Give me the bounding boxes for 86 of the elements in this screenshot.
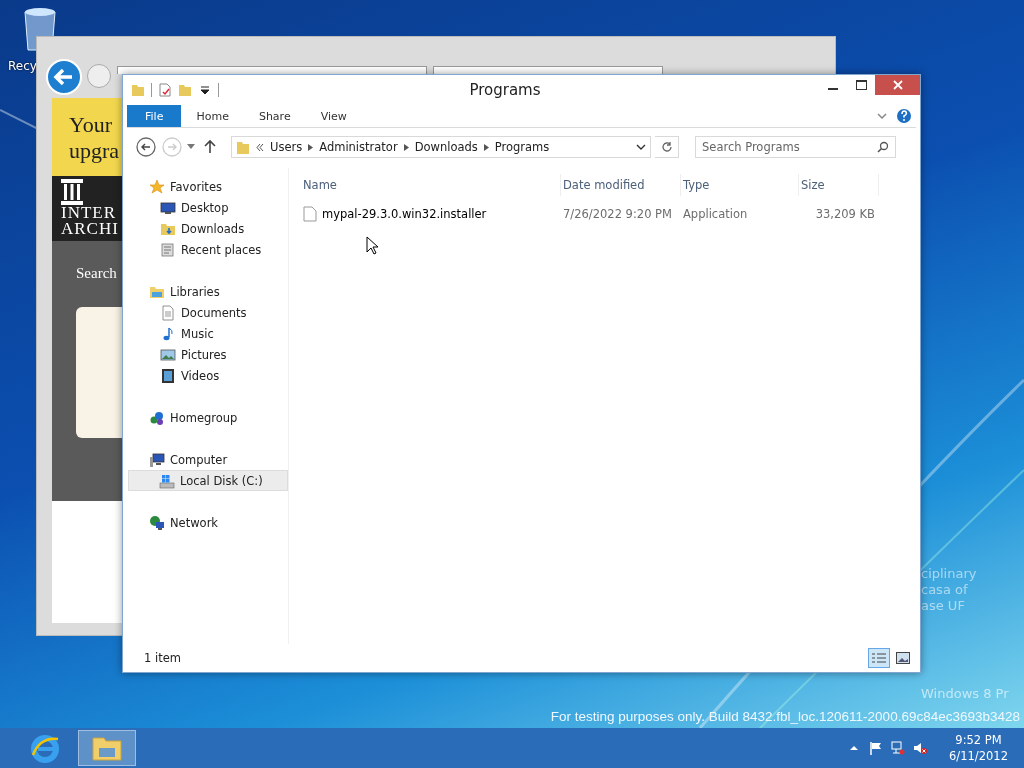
address-bar[interactable]: Users Administrator Downloads Programs bbox=[231, 136, 651, 158]
double-chevron-icon[interactable] bbox=[256, 143, 264, 151]
flag-icon[interactable] bbox=[869, 741, 884, 755]
refresh-button[interactable] bbox=[655, 136, 679, 158]
nav-item[interactable]: Music bbox=[130, 323, 288, 344]
minimize-icon bbox=[828, 88, 838, 90]
breadcrumb-arrow-icon[interactable] bbox=[403, 143, 409, 151]
breadcrumb-arrow-icon[interactable] bbox=[483, 143, 489, 151]
search-icon[interactable] bbox=[877, 141, 889, 153]
wallpaper-text: ciplinary bbox=[921, 566, 977, 581]
nav-item[interactable]: Recent places bbox=[130, 239, 288, 260]
folder-icon bbox=[236, 139, 250, 155]
back-button[interactable] bbox=[135, 136, 157, 158]
window-title: Programs bbox=[468, 81, 542, 99]
refresh-icon bbox=[660, 141, 673, 153]
browser-logo-icon bbox=[30, 733, 60, 763]
star-icon bbox=[149, 178, 165, 195]
nav-item[interactable]: Network bbox=[130, 512, 288, 533]
nav-item[interactable]: Computer bbox=[130, 449, 288, 470]
breadcrumb-item[interactable]: Administrator bbox=[319, 140, 398, 154]
column-header[interactable]: Name bbox=[301, 174, 561, 196]
nav-item[interactable]: Libraries bbox=[130, 281, 288, 302]
close-button[interactable] bbox=[875, 75, 920, 95]
build-text: For testing purposes only. Build 8432.fbl_loc.120611-2000.69c84ec3693b3428 bbox=[550, 709, 1020, 724]
wallpaper-text: ase UF bbox=[921, 598, 966, 613]
edition-text: Windows 8 Pr bbox=[921, 686, 1009, 701]
column-header[interactable]: Size bbox=[799, 174, 879, 196]
clock-date: 6/11/2012 bbox=[949, 748, 1008, 764]
breadcrumb-item[interactable]: Programs bbox=[494, 140, 550, 154]
videos-icon bbox=[160, 367, 176, 384]
disk-icon bbox=[159, 472, 175, 489]
recycle-bin-label: Recy bbox=[8, 59, 37, 73]
close-icon bbox=[892, 80, 903, 90]
columns-logo-icon bbox=[61, 179, 83, 205]
recent-icon bbox=[160, 241, 176, 258]
image-icon bbox=[896, 652, 910, 664]
nav-item[interactable]: Documents bbox=[130, 302, 288, 323]
dropdown-icon[interactable] bbox=[636, 143, 646, 151]
nav-item[interactable]: Videos bbox=[130, 365, 288, 386]
table-cell-text: 33,209 KB bbox=[814, 207, 876, 221]
nav-item[interactable]: Favorites bbox=[130, 176, 288, 197]
breadcrumb-item[interactable]: Downloads bbox=[414, 140, 478, 154]
folder-icon bbox=[91, 734, 123, 762]
dropdown-icon[interactable] bbox=[198, 83, 212, 97]
logo-text: ARCHI bbox=[61, 221, 119, 237]
maximize-icon bbox=[855, 80, 867, 90]
table-cell-text: 7/26/2022 9:20 PM bbox=[562, 207, 673, 221]
ribbon-tab[interactable]: File bbox=[127, 105, 182, 127]
ribbon-tab[interactable]: Share bbox=[243, 105, 306, 127]
history-dropdown-icon[interactable] bbox=[187, 144, 195, 150]
browser-tab[interactable] bbox=[433, 66, 663, 74]
ribbon-tab[interactable]: View bbox=[305, 105, 362, 127]
column-header[interactable]: Date modified bbox=[561, 174, 681, 196]
breadcrumb-arrow-icon[interactable] bbox=[308, 143, 314, 151]
mouse-cursor-icon bbox=[366, 236, 378, 255]
wallpaper-text: casa of bbox=[921, 582, 969, 597]
column-header[interactable]: Type bbox=[681, 174, 799, 196]
nav-item[interactable]: Pictures bbox=[130, 344, 288, 365]
search-label: Search bbox=[76, 265, 117, 282]
desktop-icon bbox=[160, 199, 176, 216]
document-icon bbox=[160, 304, 176, 321]
properties-icon[interactable] bbox=[158, 83, 172, 97]
banner-text: upgra bbox=[69, 138, 121, 164]
nav-item[interactable]: Homegroup bbox=[130, 407, 288, 428]
banner-text: Your bbox=[69, 112, 113, 138]
pictures-icon bbox=[160, 346, 176, 363]
muted-speaker-icon[interactable] bbox=[913, 741, 928, 755]
list-icon bbox=[872, 652, 886, 664]
file-icon bbox=[303, 206, 317, 222]
network-icon bbox=[149, 514, 165, 531]
nav-item[interactable]: Desktop bbox=[130, 197, 288, 218]
clock-time: 9:52 PM bbox=[955, 732, 1002, 748]
status-text: 1 item bbox=[144, 651, 181, 665]
address-bar[interactable] bbox=[117, 66, 427, 74]
clock[interactable]: 9:52 PM 6/11/2012 bbox=[949, 732, 1008, 764]
breadcrumb-item[interactable]: Users bbox=[270, 140, 303, 154]
homegroup-icon bbox=[149, 409, 165, 426]
file-name-cell[interactable]: mypal-29.3.0.win32.installer bbox=[301, 206, 561, 222]
nav-item[interactable]: Downloads bbox=[130, 218, 288, 239]
ribbon-tab[interactable]: Home bbox=[181, 105, 244, 127]
search-field[interactable]: Search Programs bbox=[695, 136, 896, 158]
computer-icon bbox=[149, 451, 165, 468]
network-icon[interactable] bbox=[891, 741, 906, 755]
logo-text: INTER bbox=[61, 205, 118, 221]
nav-item[interactable]: Local Disk (C:) bbox=[128, 470, 288, 491]
table-cell-text: Application bbox=[682, 207, 749, 221]
